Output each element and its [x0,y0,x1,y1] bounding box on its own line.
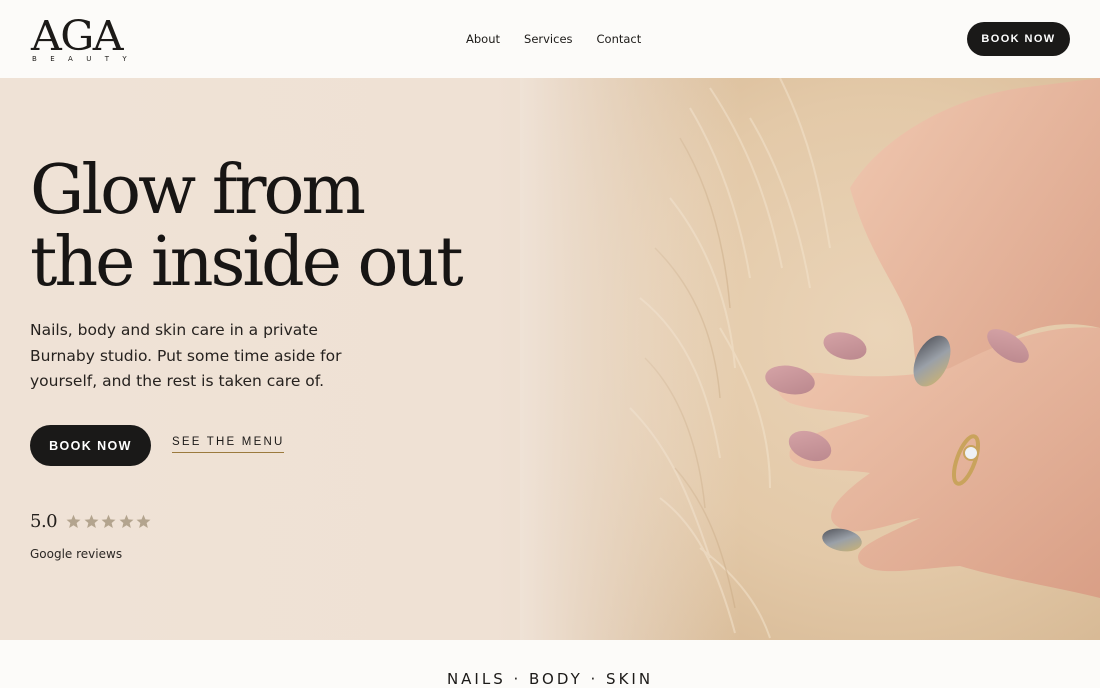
nav-item-services[interactable]: Services [524,31,573,47]
see-menu-link[interactable]: SEE THE MENU [172,436,285,453]
google-reviews-label: Google reviews [30,547,123,561]
hero-title-line-2: the inside out [30,223,464,302]
rating-summary: 5.0 [30,511,151,532]
hero-section: Glow from the inside out Nails, body and… [0,78,1100,640]
hero-title-line-1: Glow from [30,151,366,230]
logo-tagline: BEAUTY [32,55,141,63]
main-nav: About Services Contact [466,31,641,47]
brand-logo[interactable]: AGA BEAUTY [31,14,131,66]
hero-book-now-button[interactable]: BOOK NOW [30,425,151,466]
nav-item-contact[interactable]: Contact [597,31,642,47]
logo-wordmark: AGA [31,12,124,60]
star-icon [119,514,134,528]
star-icon [101,514,116,528]
hero-title: Glow from the inside out [30,151,464,302]
services-strip: NAILS · BODY · SKIN [0,640,1100,688]
services-strip-text: NAILS · BODY · SKIN [446,670,654,688]
hero-manicure-image [520,78,1100,640]
hero-description: Nails, body and skin care in a private B… [30,321,342,390]
site-header: AGA BEAUTY About Services Contact BOOK N… [0,0,1100,78]
rating-stars [66,514,151,529]
nav-item-about[interactable]: About [466,31,500,47]
rating-score: 5.0 [30,511,58,532]
star-icon [84,514,99,528]
star-icon [136,514,151,528]
star-icon [66,514,81,528]
header-book-now-button[interactable]: BOOK NOW [967,22,1070,56]
